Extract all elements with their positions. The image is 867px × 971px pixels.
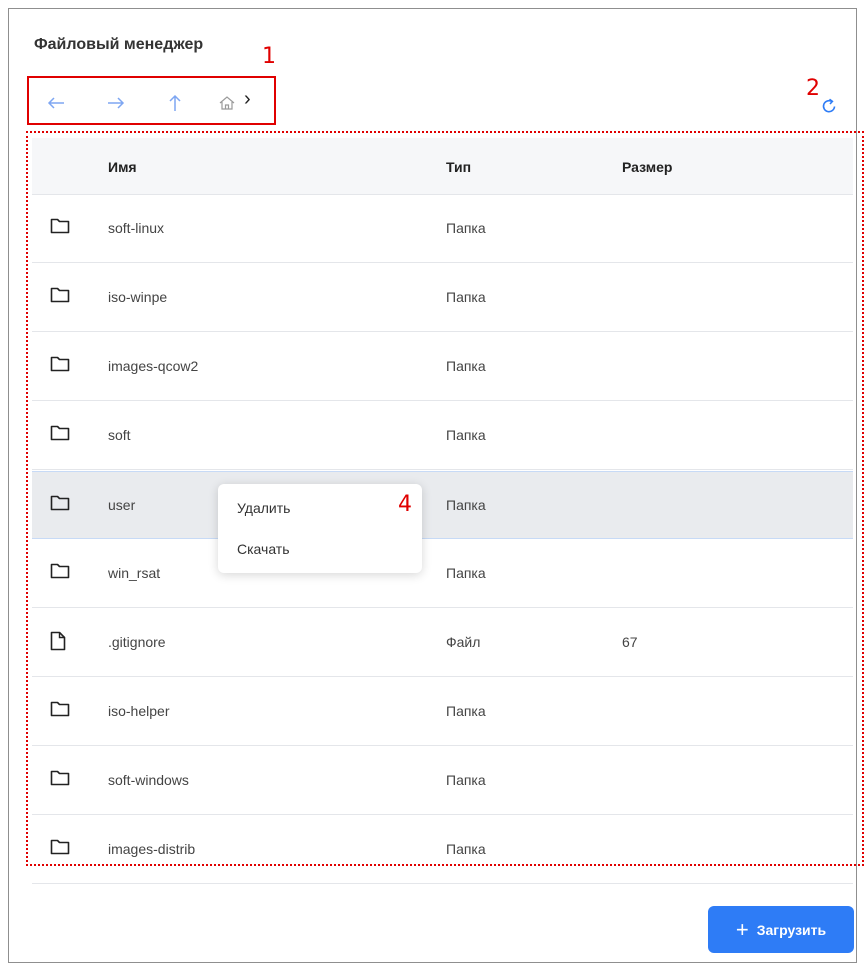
row-size: 67 [622,634,638,650]
table-header: Имя Тип Размер [32,138,853,195]
annotation-4: 4 [398,492,412,517]
back-button[interactable] [45,92,67,114]
table-row[interactable]: win_rsat Папка [32,540,853,608]
plus-icon: + [735,916,749,942]
annotation-2: 2 [806,76,820,101]
row-type: Папка [446,703,486,719]
file-icon [50,631,70,651]
column-header-type[interactable]: Тип [446,159,471,175]
context-menu: Удалить Скачать [218,484,422,573]
table-row[interactable]: iso-winpe Папка [32,264,853,332]
table-row[interactable]: iso-helper Папка [32,678,853,746]
arrow-up-icon [169,94,181,111]
row-name: soft [108,427,131,443]
home-button[interactable] [218,94,236,112]
folder-icon [50,286,70,306]
folder-icon [50,217,70,237]
row-name: win_rsat [108,565,161,581]
table-row[interactable]: soft Папка [32,402,853,470]
arrow-right-icon [108,97,125,109]
refresh-icon [822,98,836,113]
row-name: images-qcow2 [108,358,199,374]
row-type: Папка [446,220,486,236]
upload-button-label: Загрузить [756,921,827,938]
context-menu-delete[interactable]: Удалить [237,500,290,516]
page-title: Файловый менеджер [34,36,204,53]
folder-icon [50,355,70,375]
row-type: Папка [446,772,486,788]
row-type: Папка [446,841,486,857]
forward-button[interactable] [105,92,127,114]
folder-icon [50,562,70,582]
table-row[interactable]: .gitignore Файл 67 [32,609,853,677]
folder-icon [50,700,70,720]
folder-icon [50,838,70,858]
row-name: iso-helper [108,703,170,719]
home-icon [219,96,235,110]
row-type: Папка [446,427,486,443]
refresh-button[interactable] [819,96,839,116]
context-menu-download[interactable]: Скачать [237,541,290,557]
column-header-size[interactable]: Размер [622,159,672,175]
table-row[interactable]: images-qcow2 Папка [32,333,853,401]
column-header-name[interactable]: Имя [108,159,137,175]
folder-icon [50,769,70,789]
row-type: Папка [446,358,486,374]
row-name: soft-windows [108,772,189,788]
arrow-left-icon [47,97,64,109]
up-button[interactable] [164,92,186,114]
row-name: iso-winpe [108,289,168,305]
table-row[interactable]: soft-windows Папка [32,747,853,815]
table-row[interactable]: user Папка [32,471,853,539]
row-type: Папка [446,497,486,513]
row-name: .gitignore [108,634,166,650]
row-name: soft-linux [108,220,165,236]
row-name: images-distrib [108,841,196,857]
row-type: Папка [446,289,486,305]
breadcrumb-separator: › [244,88,251,110]
row-name: user [108,497,136,513]
row-type: Папка [446,565,486,581]
folder-icon [50,494,70,514]
annotation-1: 1 [262,44,276,69]
row-type: Файл [446,634,481,650]
upload-button[interactable]: + Загрузить [708,906,854,953]
table-row[interactable]: soft-linux Папка [32,195,853,263]
folder-icon [50,424,70,444]
table-row[interactable]: images-distrib Папка [32,816,853,884]
